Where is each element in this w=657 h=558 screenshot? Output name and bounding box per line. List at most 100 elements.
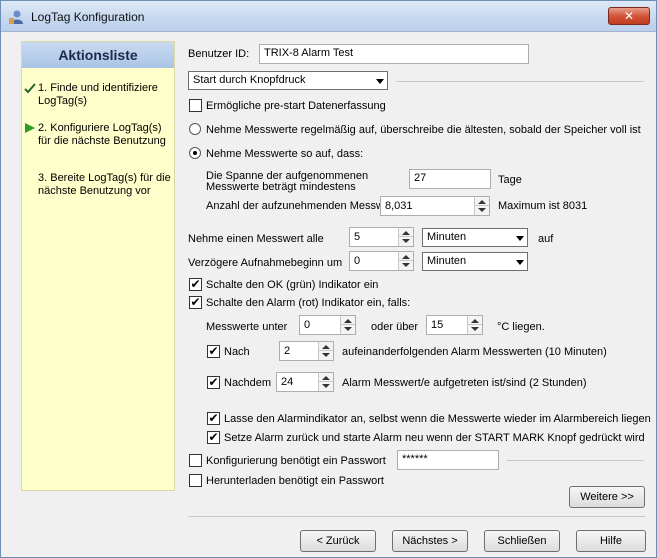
spin-down-icon: [344, 327, 352, 331]
count-value: 8,031: [385, 200, 413, 212]
divider: [399, 236, 413, 237]
spin-down-icon: [402, 263, 410, 267]
total-alarm-stepper[interactable]: 24: [276, 372, 334, 392]
consecutive-value: 2: [284, 345, 291, 357]
count-max-label: Maximum ist 8031: [498, 200, 588, 212]
latch-checkbox[interactable]: ✔: [207, 412, 220, 425]
config-password-label: Konfigurierung benötigt ein Passwort: [206, 455, 386, 467]
user-icon: [9, 10, 23, 24]
config-password-checkbox[interactable]: [189, 454, 202, 467]
more-button[interactable]: Weitere >>: [569, 486, 645, 508]
step-2-label: 2. Konfiguriere LogTag(s) für die nächst…: [38, 122, 166, 147]
consecutive-checkbox[interactable]: ✔: [207, 345, 220, 358]
count-stepper[interactable]: 8,031: [380, 196, 490, 216]
divider: [319, 381, 333, 382]
spin-buttons[interactable]: [318, 373, 333, 391]
configuration-window: LogTag Konfiguration ✕ Aktionsliste 1. F…: [0, 0, 657, 558]
help-button[interactable]: Hilfe: [576, 530, 646, 552]
spin-up-icon: [402, 255, 410, 259]
consecutive-suffix: aufeinanderfolgenden Alarm Messwerten (1…: [342, 346, 607, 358]
count-label: Anzahl der aufzunehmenden Messwerte: [206, 200, 403, 212]
delay-stepper[interactable]: 0: [349, 251, 414, 271]
arrow-icon: [25, 123, 35, 133]
spin-buttons[interactable]: [467, 316, 482, 334]
interval-suffix: auf: [538, 233, 554, 245]
step-1-label: 1. Finde und identifiziere LogTag(s): [38, 82, 158, 107]
spin-buttons[interactable]: [340, 316, 355, 334]
spin-buttons[interactable]: [474, 197, 489, 215]
title-bar: LogTag Konfiguration ✕: [1, 1, 656, 32]
above-value: 15: [431, 319, 444, 331]
reset-label: Setze Alarm zurück und starte Alarm neu …: [224, 432, 645, 444]
divider: [341, 324, 355, 325]
chevron-down-icon: [516, 236, 524, 241]
chevron-down-icon: [376, 79, 384, 84]
interval-unit-value: Minuten: [427, 231, 467, 243]
reset-checkbox[interactable]: ✔: [207, 431, 220, 444]
spin-buttons[interactable]: [398, 252, 413, 270]
download-password-checkbox[interactable]: [189, 474, 202, 487]
start-mode-select[interactable]: Start durch Knopfdruck: [188, 71, 388, 90]
interval-value: 5: [354, 231, 361, 243]
delay-unit-value: Minuten: [427, 255, 467, 267]
span-label-2: Messwerte beträgt mindestens: [206, 181, 356, 193]
step-3-label: 3. Bereite LogTag(s) für die nächste Ben…: [38, 172, 171, 197]
alarm-indicator-label: Schalte den Alarm (rot) Indikator ein, f…: [206, 297, 411, 309]
radio-until[interactable]: [189, 147, 201, 159]
above-stepper[interactable]: 15: [426, 315, 483, 335]
spin-buttons[interactable]: [318, 342, 333, 360]
spin-down-icon: [478, 208, 486, 212]
spin-down-icon: [322, 384, 330, 388]
spin-up-icon: [478, 200, 486, 204]
close-window-button[interactable]: ✕: [608, 7, 650, 25]
user-id-label: Benutzer ID:: [188, 48, 250, 60]
radio-overwrite[interactable]: [189, 123, 201, 135]
spin-up-icon: [322, 376, 330, 380]
ok-indicator-label: Schalte den OK (grün) Indikator ein: [206, 279, 379, 291]
spin-up-icon: [344, 319, 352, 323]
interval-label: Nehme einen Messwert alle: [188, 233, 324, 245]
user-id-input[interactable]: TRIX-8 Alarm Test: [259, 44, 529, 64]
span-input[interactable]: 27: [409, 169, 491, 189]
interval-stepper[interactable]: 5: [349, 227, 414, 247]
divider: [319, 350, 333, 351]
spin-down-icon: [402, 239, 410, 243]
span-unit: Tage: [498, 174, 522, 186]
divider: [507, 460, 644, 461]
alarm-indicator-checkbox[interactable]: ✔: [189, 296, 202, 309]
total-alarm-suffix: Alarm Messwert/e aufgetreten ist/sind (2…: [342, 377, 587, 389]
latch-label: Lasse den Alarmindikator an, selbst wenn…: [224, 413, 651, 425]
window-title: LogTag Konfiguration: [31, 10, 145, 24]
next-button[interactable]: Nächstes >: [392, 530, 468, 552]
total-alarm-value: 24: [281, 376, 294, 388]
below-label: Messwerte unter: [206, 321, 288, 333]
radio-until-label: Nehme Messwerte so auf, dass:: [206, 148, 364, 160]
delay-label: Verzögere Aufnahmebeginn um: [188, 257, 343, 269]
consecutive-stepper[interactable]: 2: [279, 341, 334, 361]
delay-unit-select[interactable]: Minuten: [422, 252, 528, 271]
total-alarm-checkbox[interactable]: ✔: [207, 376, 220, 389]
interval-unit-select[interactable]: Minuten: [422, 228, 528, 247]
close-button[interactable]: Schließen: [484, 530, 560, 552]
radio-overwrite-label: Nehme Messwerte regelmäßig auf, überschr…: [206, 124, 641, 136]
spin-up-icon: [322, 345, 330, 349]
below-stepper[interactable]: 0: [299, 315, 356, 335]
spin-up-icon: [402, 231, 410, 235]
spin-buttons[interactable]: [398, 228, 413, 246]
start-mode-value: Start durch Knopfdruck: [193, 74, 306, 86]
spin-up-icon: [471, 319, 479, 323]
below-value: 0: [304, 319, 311, 331]
action-list-panel: Aktionsliste 1. Finde und identifiziere …: [21, 41, 175, 491]
ok-indicator-checkbox[interactable]: ✔: [189, 278, 202, 291]
divider: [468, 324, 482, 325]
spin-down-icon: [322, 353, 330, 357]
prestart-label: Ermögliche pre-start Datenerfassung: [206, 100, 386, 112]
prestart-checkbox[interactable]: [189, 99, 202, 112]
temp-suffix: °C liegen.: [497, 321, 545, 333]
chevron-down-icon: [516, 260, 524, 265]
above-label: oder über: [371, 321, 419, 333]
divider: [475, 205, 489, 206]
config-password-input[interactable]: ******: [397, 450, 499, 470]
back-button[interactable]: < Zurück: [300, 530, 376, 552]
divider: [188, 516, 645, 517]
